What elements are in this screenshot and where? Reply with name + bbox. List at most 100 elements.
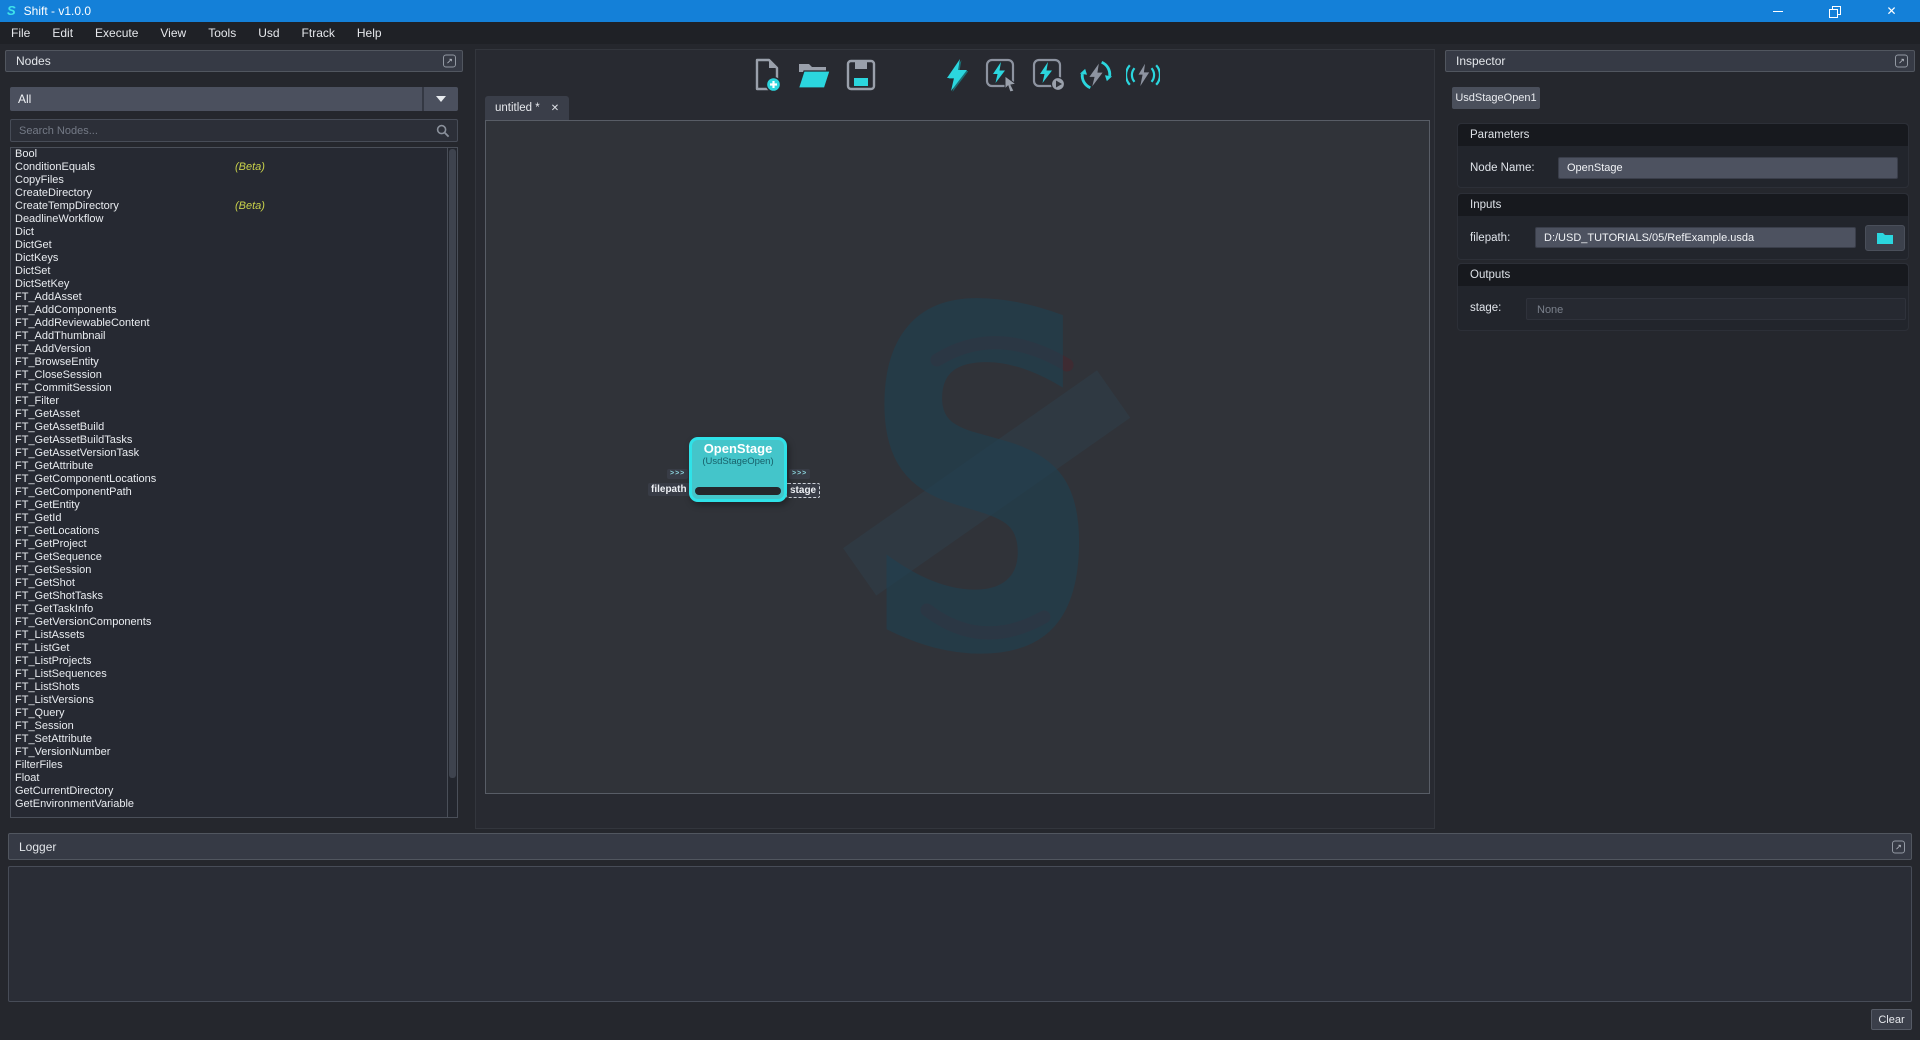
list-item[interactable]: FT_GetComponentPath: [11, 486, 457, 499]
list-item[interactable]: FT_ListShots: [11, 681, 457, 694]
list-item[interactable]: FT_AddThumbnail: [11, 330, 457, 343]
list-item[interactable]: FT_GetAsset: [11, 408, 457, 421]
list-item[interactable]: FT_GetId: [11, 512, 457, 525]
list-item[interactable]: FilterFiles: [11, 759, 457, 772]
node-type-label: FT_GetAttribute: [15, 460, 93, 472]
menu-edit[interactable]: Edit: [41, 22, 84, 44]
list-item[interactable]: FT_ListSequences: [11, 668, 457, 681]
list-item[interactable]: FT_GetProject: [11, 538, 457, 551]
input-port-label[interactable]: filepath: [648, 483, 690, 496]
scrollbar-handle[interactable]: [449, 149, 456, 778]
reload-and-execute-icon[interactable]: [1079, 56, 1113, 94]
node-type-label: FT_ListVersions: [15, 694, 94, 706]
list-item[interactable]: FT_Session: [11, 720, 457, 733]
list-item[interactable]: CopyFiles: [11, 174, 457, 187]
execute-to-selected-icon[interactable]: [1032, 56, 1066, 94]
window-title: Shift - v1.0.0: [24, 4, 91, 18]
filepath-input[interactable]: [1535, 227, 1856, 248]
live-execute-icon[interactable]: [1126, 56, 1160, 94]
list-item[interactable]: FT_GetComponentLocations: [11, 473, 457, 486]
list-item[interactable]: FT_GetAssetVersionTask: [11, 447, 457, 460]
list-item[interactable]: DictKeys: [11, 252, 457, 265]
list-item[interactable]: DictSetKey: [11, 278, 457, 291]
tab-untitled[interactable]: untitled * ✕: [485, 96, 569, 120]
list-item[interactable]: FT_ListAssets: [11, 629, 457, 642]
restore-button[interactable]: [1806, 0, 1863, 22]
new-graph-icon[interactable]: [750, 56, 784, 94]
menu-file[interactable]: File: [0, 22, 41, 44]
menu-tools[interactable]: Tools: [197, 22, 247, 44]
list-item[interactable]: DictSet: [11, 265, 457, 278]
open-graph-icon[interactable]: [797, 56, 831, 94]
openstage-node[interactable]: OpenStage (UsdStageOpen): [689, 437, 787, 502]
node-filter-dropdown[interactable]: All: [10, 87, 458, 111]
node-type-label: FT_GetSession: [15, 564, 91, 576]
clear-logger-button[interactable]: Clear: [1871, 1009, 1912, 1030]
popout-icon[interactable]: ↗: [1892, 840, 1905, 853]
list-item[interactable]: FT_ListVersions: [11, 694, 457, 707]
menu-view[interactable]: View: [149, 22, 197, 44]
node-list-scrollbar[interactable]: [447, 148, 457, 817]
node-type-label: FT_AddComponents: [15, 304, 117, 316]
list-item[interactable]: FT_GetShotTasks: [11, 590, 457, 603]
menu-usd[interactable]: Usd: [247, 22, 290, 44]
list-item[interactable]: FT_CloseSession: [11, 369, 457, 382]
list-item[interactable]: FT_Filter: [11, 395, 457, 408]
dropdown-arrow-button[interactable]: [422, 87, 458, 111]
menu-ftrack[interactable]: Ftrack: [291, 22, 346, 44]
list-item[interactable]: FT_GetAttribute: [11, 460, 457, 473]
list-item[interactable]: FT_Query: [11, 707, 457, 720]
list-item[interactable]: FT_SetAttribute: [11, 733, 457, 746]
popout-icon[interactable]: ↗: [443, 55, 456, 68]
node-graph-canvas[interactable]: S >>> filepath >>> stage OpenStage (UsdS…: [485, 120, 1430, 794]
list-item[interactable]: FT_AddVersion: [11, 343, 457, 356]
node-name-input[interactable]: [1558, 157, 1898, 179]
list-item[interactable]: FT_AddComponents: [11, 304, 457, 317]
list-item[interactable]: FT_CommitSession: [11, 382, 457, 395]
list-item[interactable]: FT_GetTaskInfo: [11, 603, 457, 616]
list-item[interactable]: FT_ListGet: [11, 642, 457, 655]
node-type-label: DictSetKey: [15, 278, 69, 290]
list-item[interactable]: FT_GetSequence: [11, 551, 457, 564]
browse-file-button[interactable]: [1865, 225, 1905, 251]
save-graph-icon[interactable]: [844, 56, 878, 94]
list-item[interactable]: FT_GetVersionComponents: [11, 616, 457, 629]
list-item[interactable]: GetEnvironmentVariable: [11, 798, 457, 811]
tab-close-icon[interactable]: ✕: [551, 103, 559, 114]
logger-panel-header: Logger ↗: [8, 833, 1912, 860]
list-item[interactable]: FT_GetAssetBuildTasks: [11, 434, 457, 447]
list-item[interactable]: FT_GetShot: [11, 577, 457, 590]
list-item[interactable]: FT_AddReviewableContent: [11, 317, 457, 330]
execute-graph-icon[interactable]: [938, 56, 972, 94]
list-item[interactable]: DictGet: [11, 239, 457, 252]
minimize-icon: [1773, 11, 1783, 12]
list-item[interactable]: ConditionEquals(Beta): [11, 161, 457, 174]
output-port-connector[interactable]: >>>: [789, 469, 810, 479]
list-item[interactable]: FT_ListProjects: [11, 655, 457, 668]
inspector-tab[interactable]: UsdStageOpen1: [1452, 87, 1540, 109]
list-item[interactable]: GetCurrentDirectory: [11, 785, 457, 798]
search-nodes-input[interactable]: [10, 119, 458, 142]
inputs-section: Inputs filepath:: [1457, 193, 1909, 260]
list-item[interactable]: FT_GetAssetBuild: [11, 421, 457, 434]
close-button[interactable]: ✕: [1863, 0, 1920, 22]
list-item[interactable]: FT_AddAsset: [11, 291, 457, 304]
list-item[interactable]: DeadlineWorkflow: [11, 213, 457, 226]
execute-selected-icon[interactable]: [985, 56, 1019, 94]
list-item[interactable]: FT_GetLocations: [11, 525, 457, 538]
list-item[interactable]: CreateTempDirectory(Beta): [11, 200, 457, 213]
output-port-label[interactable]: stage: [786, 483, 820, 498]
input-port-connector[interactable]: >>>: [667, 469, 688, 479]
list-item[interactable]: FT_BrowseEntity: [11, 356, 457, 369]
list-item[interactable]: FT_GetSession: [11, 564, 457, 577]
list-item[interactable]: FT_GetEntity: [11, 499, 457, 512]
list-item[interactable]: Dict: [11, 226, 457, 239]
menu-execute[interactable]: Execute: [84, 22, 149, 44]
list-item[interactable]: FT_VersionNumber: [11, 746, 457, 759]
menu-help[interactable]: Help: [346, 22, 393, 44]
list-item[interactable]: Bool: [11, 148, 457, 161]
popout-icon[interactable]: ↗: [1895, 55, 1908, 68]
list-item[interactable]: Float: [11, 772, 457, 785]
list-item[interactable]: CreateDirectory: [11, 187, 457, 200]
minimize-button[interactable]: [1749, 0, 1806, 22]
